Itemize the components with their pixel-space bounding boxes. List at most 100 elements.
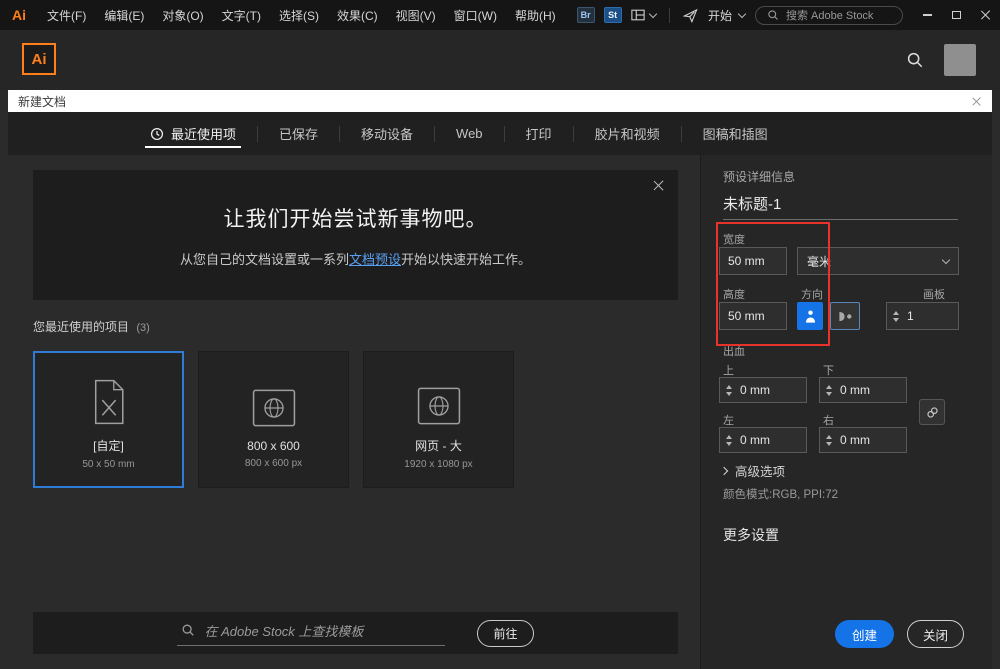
close-window-button[interactable] (971, 0, 1000, 30)
share-icon[interactable] (683, 8, 698, 23)
menu-file[interactable]: 文件(F) (38, 7, 95, 24)
stepper-arrows[interactable] (826, 385, 832, 396)
stepper-down-icon (726, 442, 732, 446)
start-menu-button[interactable]: 开始 (698, 7, 755, 24)
doc-presets-link[interactable]: 文档预设 (349, 252, 401, 267)
bleed-label: 出血 (723, 343, 745, 359)
bleed-bottom-label: 下 (823, 362, 834, 378)
bleed-left-stepper[interactable]: 0 mm (719, 427, 807, 453)
divider (339, 126, 340, 142)
menu-edit[interactable]: 编辑(E) (95, 7, 153, 24)
bleed-top-value: 0 mm (740, 383, 770, 397)
divider (434, 126, 435, 142)
minimize-icon (923, 14, 932, 16)
promo-banner: 让我们开始尝试新事物吧。 从您自己的文档设置或一系列文档预设开始以快速开始工作。 (33, 170, 678, 300)
template-search-input[interactable]: 在 Adobe Stock 上查找模板 (177, 621, 445, 646)
width-input[interactable]: 50 mm (719, 247, 787, 275)
menu-select[interactable]: 选择(S) (270, 7, 328, 24)
bleed-bottom-stepper[interactable]: 0 mm (819, 377, 907, 403)
preset-subtitle: 50 x 50 mm (82, 459, 134, 470)
bridge-icon[interactable]: Br (577, 7, 595, 23)
menu-type[interactable]: 文字(T) (213, 7, 270, 24)
tab-print[interactable]: 打印 (524, 112, 554, 155)
divider (257, 126, 258, 142)
menu-window[interactable]: 窗口(W) (445, 7, 506, 24)
landscape-icon (838, 311, 853, 322)
bleed-right-value: 0 mm (840, 433, 870, 447)
minimize-button[interactable] (913, 0, 942, 30)
stock-icon[interactable]: St (604, 7, 622, 23)
tab-label: 已保存 (279, 124, 318, 143)
menu-view[interactable]: 视图(V) (387, 7, 445, 24)
stepper-arrows[interactable] (826, 435, 832, 446)
preset-subtitle: 1920 x 1080 px (404, 459, 472, 470)
link-icon (926, 406, 939, 419)
dialog-main: 让我们开始尝试新事物吧。 从您自己的文档设置或一系列文档预设开始以快速开始工作。… (8, 155, 700, 669)
close-button[interactable]: 关闭 (907, 620, 964, 648)
artboard-stepper[interactable]: 1 (886, 302, 959, 330)
bleed-top-label: 上 (723, 362, 734, 378)
tab-label: Web (456, 126, 483, 141)
stepper-up-icon (726, 435, 732, 439)
divider (573, 126, 574, 142)
more-settings-link[interactable]: 更多设置 (723, 525, 779, 545)
menu-help[interactable]: 帮助(H) (506, 7, 565, 24)
preset-title: [自定] (93, 437, 124, 454)
workspace-switcher[interactable] (631, 8, 656, 22)
bleed-link-button[interactable] (919, 399, 945, 425)
stepper-up-icon (826, 435, 832, 439)
stepper-arrows[interactable] (893, 311, 899, 322)
document-name-input[interactable]: 未标题-1 (723, 193, 781, 214)
tab-saved[interactable]: 已保存 (277, 112, 320, 155)
tab-mobile[interactable]: 移动设备 (359, 112, 415, 155)
stock-search-input[interactable]: 搜索 Adobe Stock (755, 6, 903, 25)
stepper-down-icon (726, 392, 732, 396)
banner-subtitle-text: 开始以快速开始工作。 (401, 252, 531, 267)
bleed-right-stepper[interactable]: 0 mm (819, 427, 907, 453)
menu-object[interactable]: 对象(O) (153, 7, 212, 24)
bleed-top-stepper[interactable]: 0 mm (719, 377, 807, 403)
height-input[interactable]: 50 mm (719, 302, 787, 330)
go-button[interactable]: 前往 (477, 620, 533, 647)
menu-effect[interactable]: 效果(C) (328, 7, 387, 24)
artboard-count: 1 (907, 309, 914, 323)
preset-card-custom[interactable]: [自定] 50 x 50 mm (33, 351, 184, 488)
divider (504, 126, 505, 142)
search-icon (767, 9, 779, 21)
stepper-up-icon (893, 311, 899, 315)
avatar[interactable] (944, 44, 976, 76)
advanced-options-label: 高级选项 (735, 461, 785, 480)
advanced-options-toggle[interactable]: 高级选项 (721, 461, 785, 480)
bleed-right-label: 右 (823, 412, 834, 428)
tab-recent[interactable]: 最近使用项 (148, 112, 238, 155)
create-button[interactable]: 创建 (835, 620, 894, 648)
clock-icon (150, 127, 164, 141)
portrait-icon (805, 309, 816, 324)
stepper-arrows[interactable] (726, 435, 732, 446)
bleed-left-label: 左 (723, 412, 734, 428)
orientation-portrait-button[interactable] (797, 302, 823, 330)
stepper-arrows[interactable] (726, 385, 732, 396)
close-icon (981, 10, 991, 20)
banner-close-icon[interactable] (652, 179, 665, 192)
preset-card-web-large[interactable]: 网页 - 大 1920 x 1080 px (363, 351, 514, 488)
tab-label: 打印 (526, 124, 552, 143)
chevron-down-icon (648, 9, 656, 17)
unit-select[interactable]: 毫米 (797, 247, 959, 275)
dialog-close-icon[interactable] (971, 96, 982, 107)
chevron-right-icon (720, 466, 728, 474)
maximize-button[interactable] (942, 0, 971, 30)
color-mode-info: 颜色模式:RGB, PPI:72 (723, 486, 838, 502)
divider (723, 219, 958, 220)
artboard-label: 画板 (923, 286, 945, 302)
preset-card-800x600[interactable]: 800 x 600 800 x 600 px (198, 351, 349, 488)
tab-film-video[interactable]: 胶片和视频 (593, 112, 662, 155)
new-document-dialog: 新建文档 最近使用项 已保存 移动设备 Web 打印 胶片和视频 图稿和插图 (8, 90, 992, 669)
web-document-icon (252, 371, 296, 427)
tab-web[interactable]: Web (454, 112, 485, 155)
search-icon[interactable] (906, 51, 924, 69)
tab-art-illustration[interactable]: 图稿和插图 (701, 112, 770, 155)
stepper-down-icon (826, 392, 832, 396)
chevron-down-icon (738, 9, 746, 17)
orientation-landscape-button[interactable] (830, 302, 860, 330)
